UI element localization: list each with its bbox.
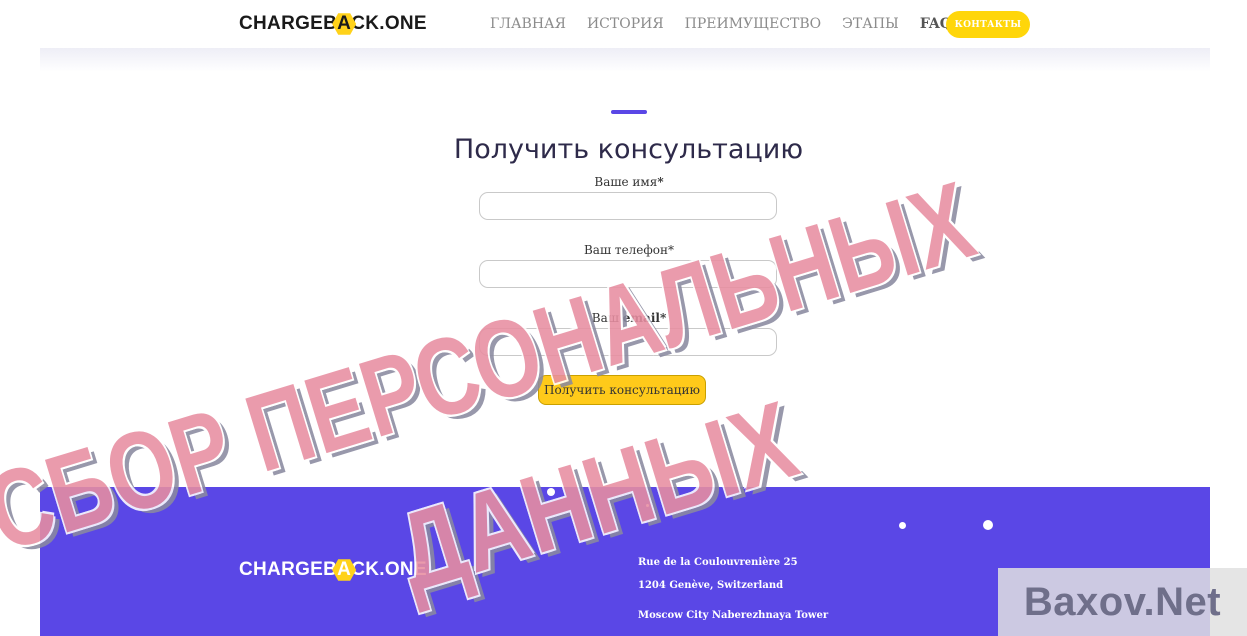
decor-dot [646,504,649,507]
logo-hex-mark: A [332,13,357,35]
email-input[interactable] [479,328,777,356]
address-line-1: Rue de la Coulouvrenière 25 [638,557,798,568]
source-watermark-text: Baxov.Net [1023,579,1222,624]
nav-item-advantages[interactable]: ПРЕИМУЩЕСТВО [685,16,822,32]
address-line-3: Moscow City Naberezhnaya Tower [638,610,829,621]
decor-dot [983,520,993,530]
email-label: Ваш email* [479,311,779,325]
section-accent-bar [611,110,647,114]
name-input[interactable] [479,192,777,220]
logo-text-suffix: CK.ONE [351,13,427,34]
required-mark: * [668,243,675,257]
phone-label-text: Ваш телефон [583,243,669,257]
logo-text-prefix: CHARGEB [239,13,338,34]
footer-logo-hex-letter: A [337,559,352,580]
decor-dot [899,522,906,529]
address-line-2: 1204 Genève, Switzerland [638,580,784,591]
footer-logo-suffix: CK.ONE [351,559,427,580]
name-label-text: Ваше имя [594,175,658,189]
footer-logo-prefix: CHARGEB [239,559,338,580]
required-mark: * [659,311,667,325]
header-shadow [40,48,1210,72]
logo-hex-letter: A [337,13,352,34]
nav-item-stages[interactable]: ЭТАПЫ [842,16,899,32]
main-nav: ГЛАВНАЯ ИСТОРИЯ ПРЕИМУЩЕСТВО ЭТАПЫ FAQS [490,16,962,32]
footer-logo[interactable]: CHARGEB ACK.ONE [239,559,427,581]
email-label-prefix: Ваш [591,311,623,325]
source-watermark: Baxov.Net [998,568,1247,636]
nav-item-home[interactable]: ГЛАВНАЯ [490,16,566,32]
phone-label: Ваш телефон* [479,243,779,257]
contacts-button[interactable]: КОНТАКТЫ [946,11,1030,38]
email-label-bold: email [622,311,660,325]
footer-logo-hex-mark: A [332,559,357,581]
submit-consultation-button[interactable]: Получить консультацию [538,375,706,405]
phone-input[interactable] [479,260,777,288]
header-logo[interactable]: CHARGEB ACK.ONE [239,13,427,35]
nav-item-history[interactable]: ИСТОРИЯ [587,16,664,32]
name-label: Ваше имя* [479,175,779,189]
decor-dot [547,488,555,496]
form-title: Получить консультацию [453,134,804,165]
required-mark: * [657,175,664,189]
site-header: CHARGEB ACK.ONE ГЛАВНАЯ ИСТОРИЯ ПРЕИМУЩЕС… [0,0,1247,50]
